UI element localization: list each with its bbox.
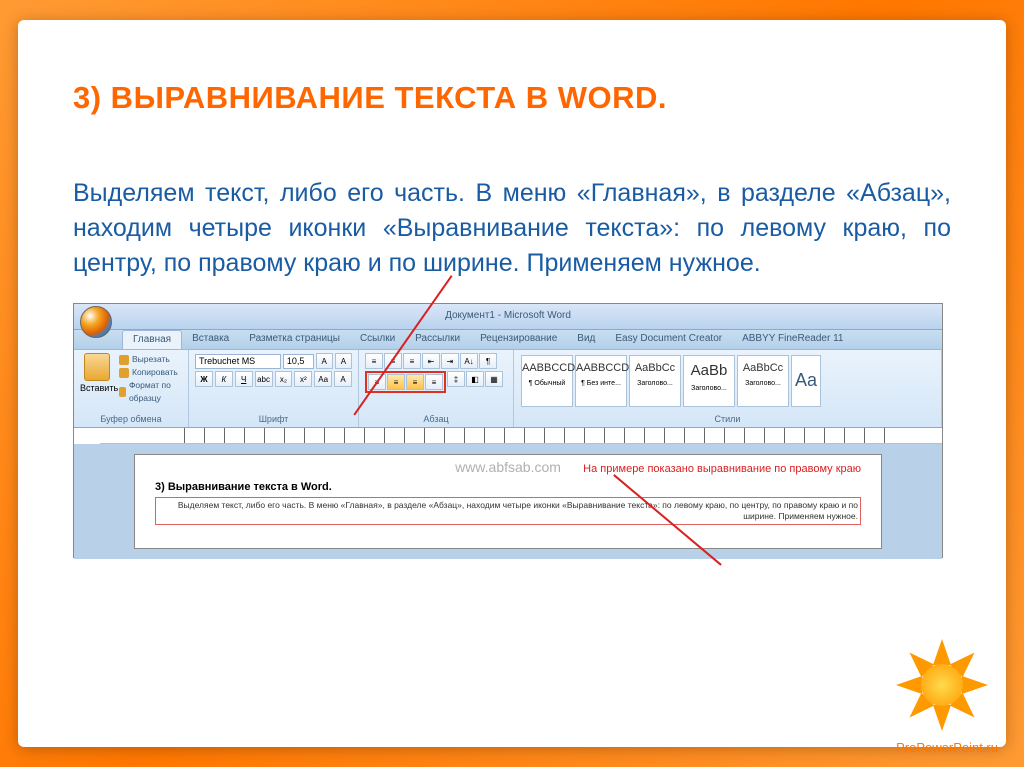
footer-attribution: ProPowerPoint.ru [896,740,998,755]
highlight-button[interactable]: Aa [314,371,332,387]
tab-view[interactable]: Вид [567,330,605,349]
superscript-button[interactable]: x² [294,371,312,387]
word-title-bar: Документ1 - Microsoft Word [74,304,942,330]
ribbon-tabs: Главная Вставка Разметка страницы Ссылки… [74,330,942,350]
styles-group-label: Стили [520,412,935,424]
cut-label: Вырезать [132,353,170,366]
strike-button[interactable]: abc [255,371,273,387]
italic-button[interactable]: К [215,371,233,387]
tab-home[interactable]: Главная [122,330,182,349]
tab-layout[interactable]: Разметка страницы [239,330,350,349]
clipboard-group: Вставить Вырезать Копировать Формат по о… [74,350,189,427]
document-page[interactable]: www.abfsab.com На примере показано вырав… [134,454,882,549]
ruler[interactable] [100,428,942,444]
tab-mailings[interactable]: Рассылки [405,330,470,349]
doc-sample-title: 3) Выравнивание текста в Word. [155,481,861,493]
line-spacing-button[interactable]: ‡ [447,371,465,387]
tab-review[interactable]: Рецензирование [470,330,567,349]
indent-dec-button[interactable]: ⇤ [422,353,440,369]
tab-abbyy[interactable]: ABBYY FineReader 11 [732,330,853,349]
show-marks-button[interactable]: ¶ [479,353,497,369]
tab-references[interactable]: Ссылки [350,330,405,349]
font-color-button[interactable]: A [334,371,352,387]
format-label: Формат по образцу [129,379,182,405]
shading-button[interactable]: ◧ [466,371,484,387]
watermark-text: www.abfsab.com [455,459,561,475]
scissors-icon [119,355,129,365]
sort-button[interactable]: A↓ [460,353,478,369]
multilevel-button[interactable]: ≡ [403,353,421,369]
style-normal[interactable]: AABBCCDC¶ Обычный [521,355,573,407]
style-nospacing[interactable]: AABBCCDC¶ Без инте... [575,355,627,407]
align-center-button[interactable]: ≡ [387,374,405,390]
ribbon: Вставить Вырезать Копировать Формат по о… [74,350,942,428]
slide-title: 3) ВЫРАВНИВАНИЕ ТЕКСТА В WORD. [73,80,951,116]
document-area: www.abfsab.com На примере показано вырав… [74,444,942,559]
paragraph-group: ≡ ≡ ≡ ⇤ ⇥ A↓ ¶ ≡ ≡ ≡ ≡ [359,350,514,427]
font-group-label: Шрифт [195,412,352,424]
font-group: Trebuchet MS 10,5 A A Ж К Ч abc x₂ x² Aa… [189,350,359,427]
align-right-button[interactable]: ≡ [406,374,424,390]
office-button-icon[interactable] [80,306,112,338]
styles-group: AABBCCDC¶ Обычный AABBCCDC¶ Без инте... … [514,350,942,427]
cut-button[interactable]: Вырезать [119,353,182,366]
underline-button[interactable]: Ч [235,371,253,387]
style-heading2[interactable]: AaBbЗаголово... [683,355,735,407]
format-painter-button[interactable]: Формат по образцу [119,379,182,405]
bullets-button[interactable]: ≡ [365,353,383,369]
tab-easy-doc[interactable]: Easy Document Creator [605,330,732,349]
shrink-font-button[interactable]: A [335,353,352,369]
font-name-select[interactable]: Trebuchet MS [195,354,281,369]
brush-icon [119,387,126,397]
indent-inc-button[interactable]: ⇥ [441,353,459,369]
word-window-title: Документ1 - Microsoft Word [74,304,942,321]
font-size-select[interactable]: 10,5 [283,354,314,369]
doc-sample-body: Выделяем текст, либо его часть. В меню «… [155,497,861,525]
style-heading1[interactable]: AaBbCcЗаголово... [629,355,681,407]
grow-font-button[interactable]: A [316,353,333,369]
paste-label: Вставить [80,383,118,393]
borders-button[interactable]: ▦ [485,371,503,387]
slide-card: 3) ВЫРАВНИВАНИЕ ТЕКСТА В WORD. Выделяем … [18,20,1006,747]
copy-icon [119,368,129,378]
copy-label: Копировать [132,366,178,379]
paragraph-group-label: Абзац [365,412,507,424]
paste-button[interactable]: Вставить [80,353,114,393]
clipboard-group-label: Буфер обмена [80,412,182,424]
style-heading3[interactable]: AaBbCcЗаголово... [737,355,789,407]
bold-button[interactable]: Ж [195,371,213,387]
style-more[interactable]: Aa [791,355,821,407]
copy-button[interactable]: Копировать [119,366,182,379]
slide-body-text: Выделяем текст, либо его часть. В меню «… [73,176,951,281]
sun-logo-icon [898,641,986,729]
align-justify-button[interactable]: ≡ [425,374,443,390]
paste-icon [84,353,110,381]
word-screenshot: Документ1 - Microsoft Word Главная Встав… [73,303,943,558]
tab-insert[interactable]: Вставка [182,330,239,349]
subscript-button[interactable]: x₂ [275,371,293,387]
